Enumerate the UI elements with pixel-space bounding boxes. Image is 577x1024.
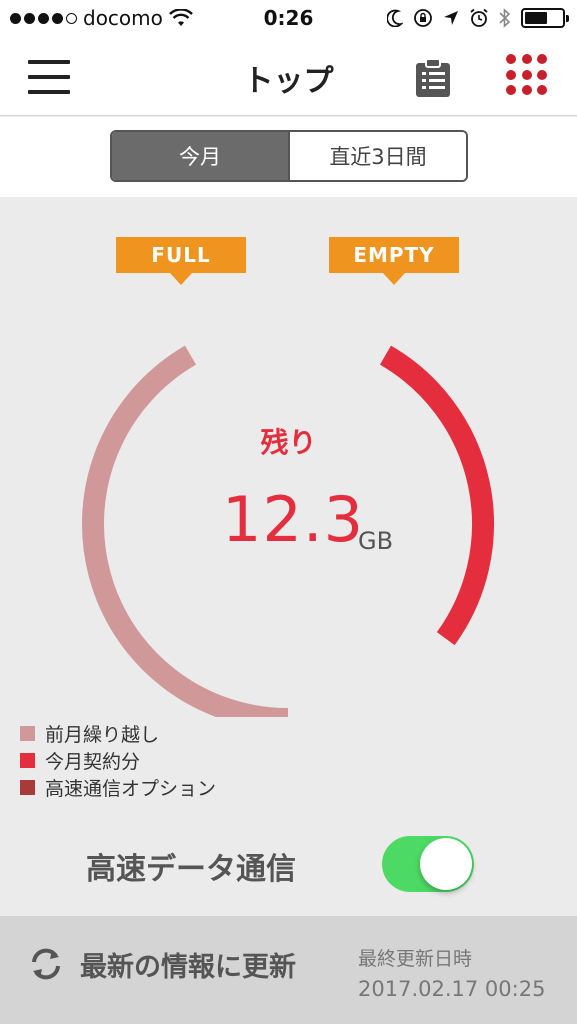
legend-label: 高速通信オプション <box>45 778 217 800</box>
refresh-button[interactable]: 最新の情報に更新 <box>26 944 296 984</box>
bluetooth-icon <box>499 8 511 28</box>
hamburger-menu-icon[interactable] <box>28 60 70 94</box>
clipboard-list-icon[interactable] <box>414 58 452 98</box>
remaining-label: 残り <box>260 426 317 459</box>
tab-last-3-days[interactable]: 直近3日間 <box>288 132 466 180</box>
legend-label: 今月契約分 <box>45 751 141 773</box>
gauge-legend: 前月繰り越し 今月契約分 高速通信オプション <box>20 720 216 801</box>
high-speed-label: 高速データ通信 <box>86 852 296 887</box>
legend-label: 前月繰り越し <box>45 724 160 746</box>
refresh-icon <box>32 948 60 980</box>
last-updated-value: 2017.02.17 00:25 <box>358 977 546 1001</box>
legend-item: 前月繰り越し <box>20 720 216 747</box>
gauge-arc-contract <box>379 345 494 646</box>
location-icon <box>444 11 458 25</box>
high-speed-row: 高速データ通信 <box>0 820 577 910</box>
status-bar: docomo 0:26 <box>0 0 577 40</box>
legend-item: 高速通信オプション <box>20 774 216 801</box>
page-title: トップ <box>243 64 334 99</box>
last-updated: 最終更新日時 2017.02.17 00:25 <box>358 944 545 1001</box>
legend-swatch <box>20 780 35 795</box>
remaining-value: 12.3 <box>222 483 365 556</box>
legend-item: 今月契約分 <box>20 747 216 774</box>
app-grid-icon[interactable] <box>506 54 548 96</box>
status-right <box>387 8 569 28</box>
legend-swatch <box>20 726 35 741</box>
remaining-unit: GB <box>358 527 394 555</box>
rotation-lock-icon <box>414 9 432 27</box>
legend-swatch <box>20 753 35 768</box>
empty-tag: EMPTY <box>329 237 459 285</box>
data-gauge: FULL EMPTY 残り 12.3 GB <box>0 197 577 717</box>
last-updated-label: 最終更新日時 <box>358 948 473 970</box>
refresh-bar: 最新の情報に更新 最終更新日時 2017.02.17 00:25 <box>0 916 577 1024</box>
battery-icon <box>521 8 569 28</box>
refresh-label: 最新の情報に更新 <box>80 951 296 983</box>
alarm-icon <box>470 8 488 27</box>
tab-this-month[interactable]: 今月 <box>112 132 288 180</box>
full-tag: FULL <box>116 237 246 285</box>
period-selector-area: 今月 直近3日間 <box>0 117 577 197</box>
moon-icon <box>387 9 403 27</box>
high-speed-toggle[interactable] <box>382 836 474 892</box>
nav-bar: トップ <box>0 40 577 116</box>
period-segmented-control: 今月 直近3日間 <box>110 130 468 182</box>
toggle-knob <box>420 838 472 890</box>
